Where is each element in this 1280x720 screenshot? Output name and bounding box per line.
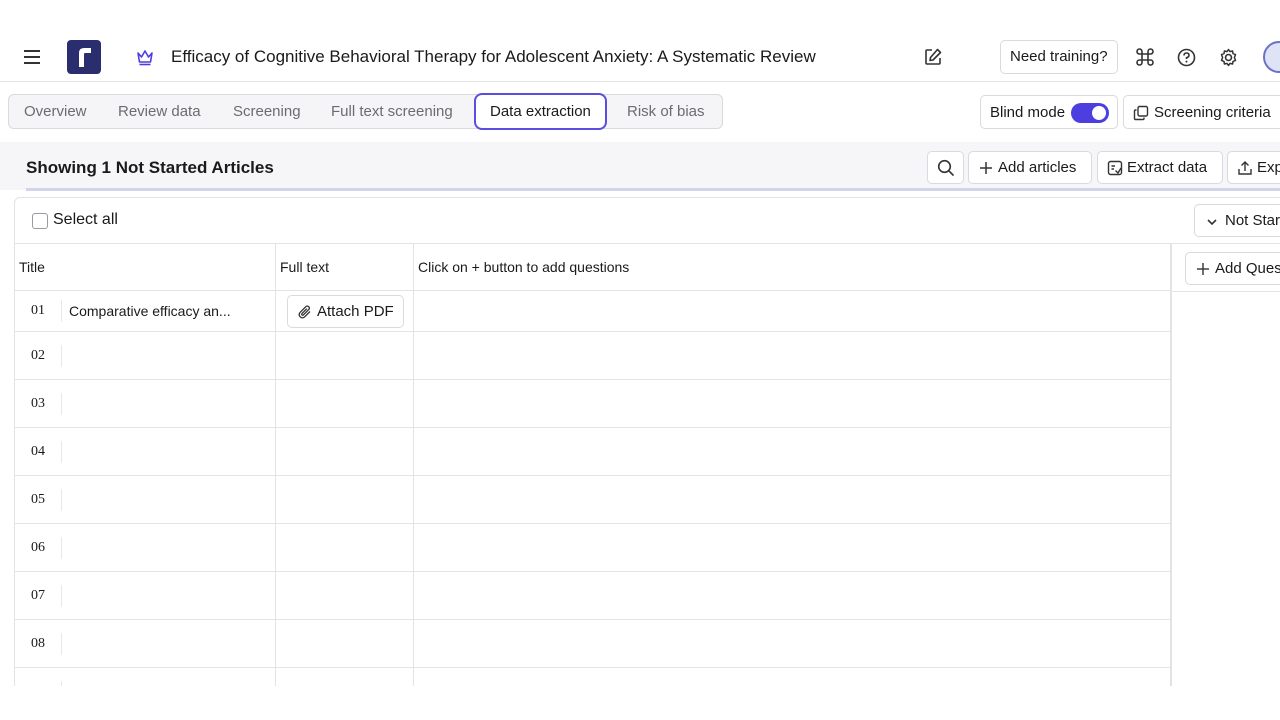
table-row[interactable]: 06 [15,524,1170,572]
table-row[interactable]: 05 [15,476,1170,524]
table-row[interactable]: 02 [15,332,1170,380]
extract-icon [1107,160,1123,176]
attach-pdf-label: Attach PDF [317,303,394,320]
project-title: Efficacy of Cognitive Behavioral Therapy… [171,47,816,66]
top-bar: Efficacy of Cognitive Behavioral Therapy… [0,32,1280,82]
row-number-divider [61,393,62,415]
search-button[interactable] [927,151,964,184]
search-icon [937,159,955,177]
row-number-divider [61,585,62,607]
row-number-divider [61,300,62,322]
section-divider [26,188,1280,191]
plus-icon [980,162,992,174]
add-articles-button[interactable]: Add articles [968,151,1092,184]
export-label: Export [1257,159,1280,176]
screening-criteria-button[interactable]: Screening criteria [1123,95,1280,129]
row-number: 04 [31,444,45,459]
select-all-checkbox[interactable] [32,213,48,229]
select-all-row: Select all Not Started [15,198,1280,244]
status-filter-label: Not Started [1225,212,1280,229]
row-number-divider [61,633,62,655]
tab-screening[interactable]: Screening [233,95,301,128]
articles-table-card: Select all Not Started Title Full text C… [14,197,1280,697]
table-row[interactable]: 08 [15,620,1170,668]
column-header-title: Title [19,259,45,275]
toggle-knob [1092,106,1106,120]
edit-icon[interactable] [922,46,944,68]
attach-pdf-button[interactable]: Attach PDF [287,295,404,328]
table-row[interactable]: 01 Comparative efficacy an... Attach PDF [15,291,1170,332]
row-number: 06 [31,540,45,555]
app-logo[interactable] [67,40,101,74]
blind-mode-control: Blind mode [980,95,1118,129]
need-training-button[interactable]: Need training? [1000,40,1118,74]
row-number: 01 [31,303,45,318]
row-number: 03 [31,396,45,411]
menu-icon[interactable] [22,47,44,67]
questions-panel-header: Add Question [1172,244,1280,292]
add-question-button[interactable]: Add Question [1185,252,1280,285]
paperclip-icon [298,305,311,319]
tab-data-extraction[interactable]: Data extraction [474,93,607,130]
copy-icon [1133,105,1149,121]
help-icon[interactable] [1176,47,1197,68]
export-button[interactable]: Export [1227,151,1280,184]
tab-overview[interactable]: Overview [24,95,87,128]
chevron-down-icon [1207,219,1217,226]
row-number: 07 [31,588,45,603]
article-title[interactable]: Comparative efficacy an... [69,303,231,319]
table-row[interactable]: 07 [15,572,1170,620]
add-articles-label: Add articles [998,159,1077,176]
nav-tabs: Overview Review data Screening Full text… [8,93,723,130]
articles-grid: Title Full text Click on + button to add… [15,244,1170,696]
extract-data-label: Extract data [1127,159,1208,176]
row-number: 05 [31,492,45,507]
select-all-label: Select all [53,211,118,228]
tab-full-text-screening[interactable]: Full text screening [331,95,453,128]
blind-mode-toggle[interactable] [1071,103,1109,123]
command-icon[interactable] [1135,47,1155,67]
questions-panel: Add Question [1170,244,1280,696]
table-row[interactable]: 03 [15,380,1170,428]
gear-icon[interactable] [1218,47,1239,68]
row-number-divider [61,345,62,367]
row-number-divider [61,441,62,463]
crown-icon [137,50,153,66]
add-question-label: Add Question [1215,260,1280,277]
column-header-full-text: Full text [280,259,330,275]
row-number-divider [61,489,62,511]
status-filter-dropdown[interactable]: Not Started [1194,204,1280,237]
table-header-row: Title Full text Click on + button to add… [15,244,1170,291]
showing-count-title: Showing 1 Not Started Articles [26,158,274,177]
screening-criteria-label: Screening criteria [1154,104,1271,121]
tab-risk-of-bias[interactable]: Risk of bias [627,95,705,128]
column-divider [275,244,276,696]
row-number: 02 [31,348,45,363]
blind-mode-label: Blind mode [990,104,1066,121]
table-row[interactable]: 04 [15,428,1170,476]
avatar[interactable] [1263,41,1280,73]
logo-mark-icon [79,48,91,67]
column-divider [413,244,414,696]
page-bottom [0,686,1280,720]
tab-review-data[interactable]: Review data [118,95,201,128]
plus-icon [1197,263,1209,275]
extract-data-button[interactable]: Extract data [1097,151,1223,184]
row-number: 08 [31,636,45,651]
upload-icon [1238,161,1252,175]
row-number-divider [61,537,62,559]
column-header-questions-hint: Click on + button to add questions [418,259,630,275]
